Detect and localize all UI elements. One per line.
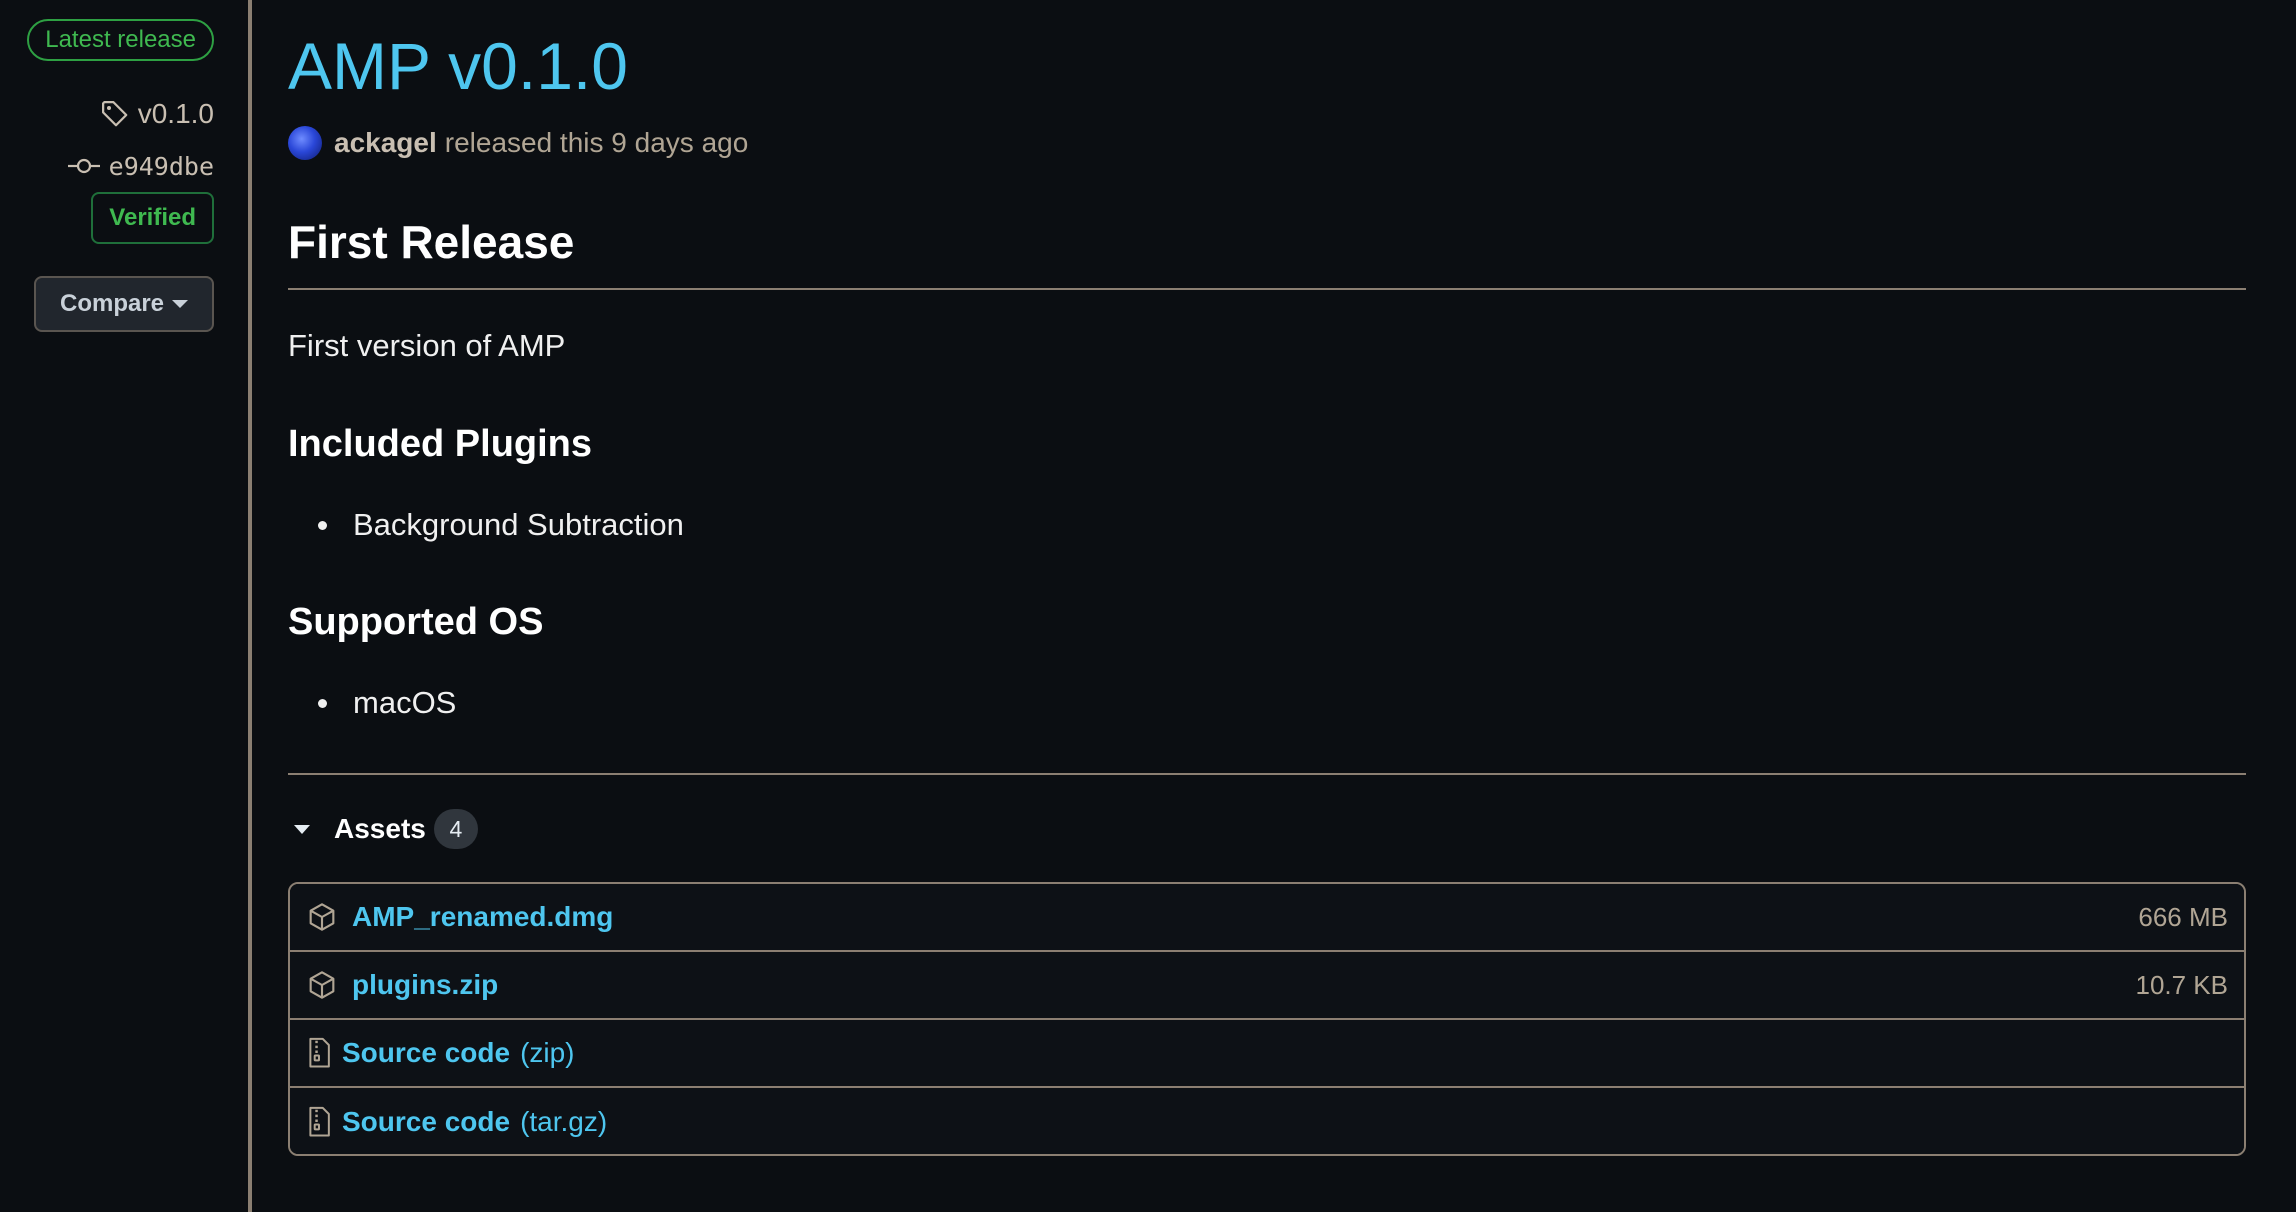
bullet-icon: [318, 698, 327, 708]
asset-size: 10.7 KB: [2135, 969, 2228, 1000]
verified-badge[interactable]: Verified: [91, 192, 214, 244]
commit-hash: e949dbe: [108, 151, 214, 181]
asset-row: plugins.zip 10.7 KB: [290, 952, 2244, 1020]
triangle-down-icon: [294, 824, 310, 834]
asset-link[interactable]: plugins.zip: [352, 969, 498, 1001]
divider: [288, 773, 2246, 775]
latest-release-badge: Latest release: [27, 19, 214, 61]
asset-link[interactable]: Source code: [342, 1106, 510, 1138]
os-heading: Supported OS: [288, 601, 544, 643]
commit-icon: [67, 158, 100, 174]
package-icon: [309, 903, 335, 931]
chevron-down-icon: [172, 300, 189, 308]
notes-heading: First Release: [288, 216, 575, 268]
author-link[interactable]: ackagel: [334, 127, 437, 159]
assets-toggle[interactable]: Assets 4: [294, 806, 478, 852]
release-title[interactable]: AMP v0.1.0: [288, 24, 628, 108]
plugin-name: Background Subtraction: [353, 507, 684, 542]
commit-link[interactable]: e949dbe: [67, 148, 214, 184]
assets-count-badge: 4: [433, 809, 478, 849]
released-text: released this 9 days ago: [444, 127, 749, 158]
plugins-heading: Included Plugins: [288, 423, 593, 465]
asset-link[interactable]: Source code: [342, 1037, 510, 1069]
list-item: Background Subtraction: [318, 505, 684, 545]
assets-list: AMP_renamed.dmg 666 MB plugins.zip 10.7 …: [288, 882, 2246, 1156]
asset-format: (tar.gz): [520, 1106, 608, 1137]
tag-label: v0.1.0: [137, 98, 214, 129]
asset-link[interactable]: AMP_renamed.dmg: [352, 901, 613, 933]
asset-format: (zip): [520, 1037, 575, 1068]
asset-size: 666 MB: [2138, 901, 2228, 932]
list-item: macOS: [318, 683, 456, 723]
release-page: Latest release v0.1.0 e949dbe Verified C…: [0, 0, 2296, 1212]
release-sidebar: Latest release v0.1.0 e949dbe Verified C…: [0, 0, 252, 1212]
notes-paragraph: First version of AMP: [288, 328, 566, 363]
tag-link[interactable]: v0.1.0: [100, 94, 214, 134]
avatar[interactable]: [288, 126, 322, 160]
package-icon: [309, 971, 335, 999]
asset-row: Source code (tar.gz): [290, 1088, 2244, 1154]
release-byline: ackagel released this 9 days ago: [288, 122, 748, 164]
file-zip-icon: [309, 1106, 330, 1137]
asset-row: AMP_renamed.dmg 666 MB: [290, 884, 2244, 952]
tag-icon: [101, 101, 128, 127]
divider: [288, 288, 2246, 290]
asset-row: Source code (zip): [290, 1020, 2244, 1088]
compare-label: Compare: [59, 290, 165, 317]
bullet-icon: [318, 520, 327, 530]
assets-label: Assets: [334, 813, 426, 844]
file-zip-icon: [309, 1037, 330, 1068]
os-name: macOS: [353, 685, 457, 720]
compare-button[interactable]: Compare: [34, 276, 214, 332]
